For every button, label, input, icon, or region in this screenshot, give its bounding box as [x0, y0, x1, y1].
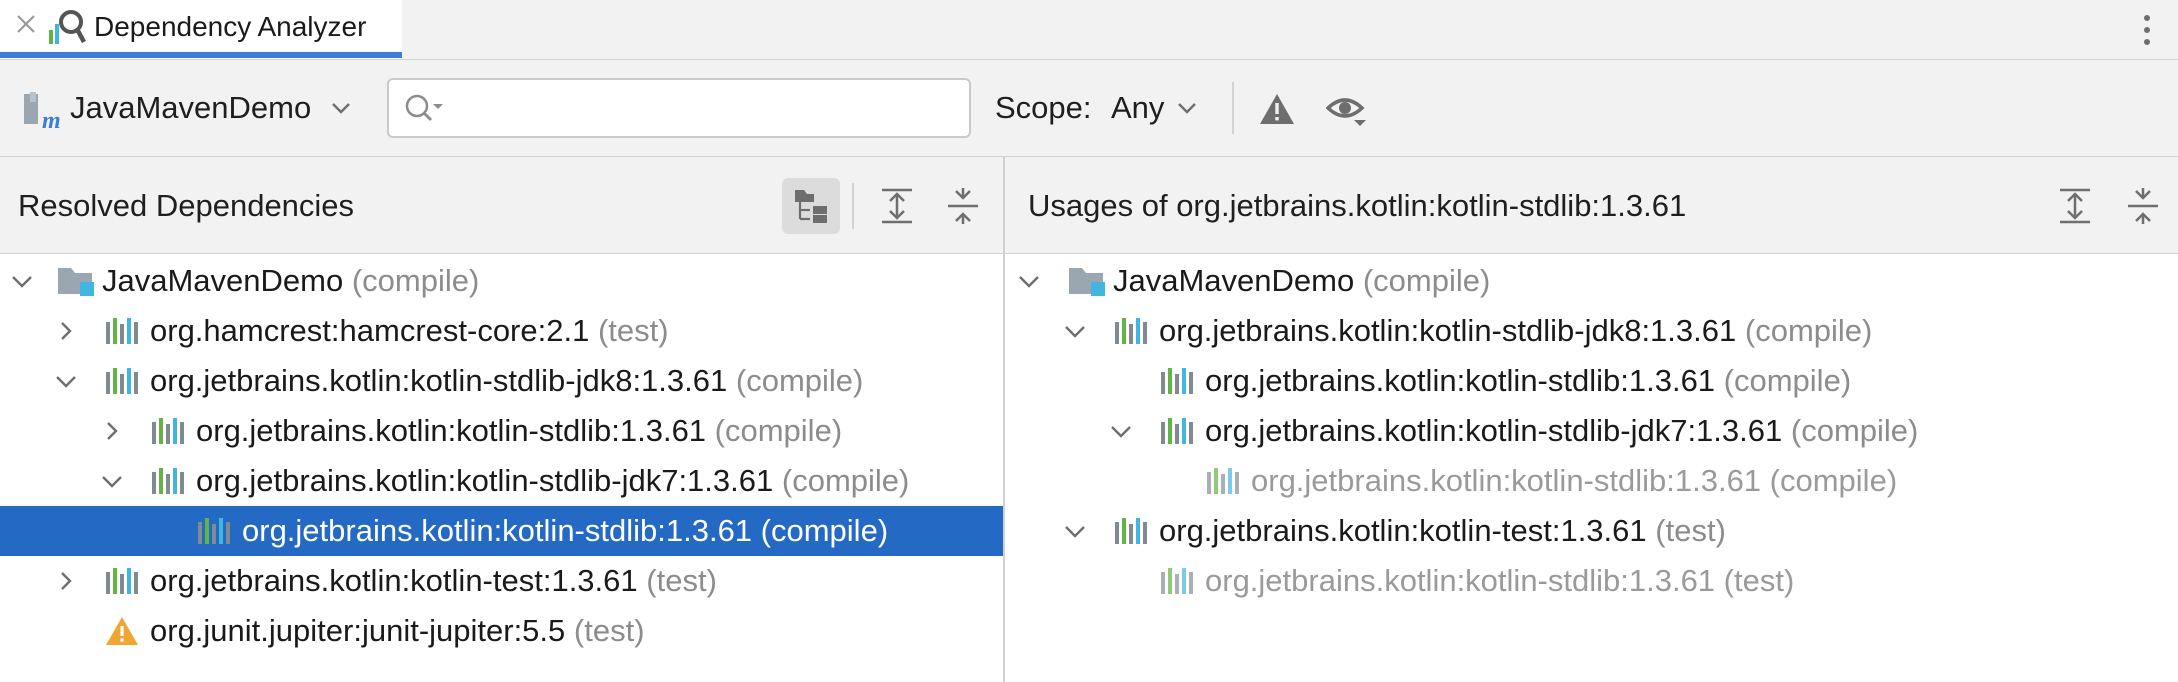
chevron-right-icon[interactable]: [54, 320, 78, 342]
library-icon: [1159, 364, 1195, 398]
folder-module-icon: [1067, 264, 1107, 298]
library-icon: [104, 564, 140, 598]
group-by-icon: [795, 190, 827, 223]
tree-row[interactable]: org.jetbrains.kotlin:kotlin-stdlib-jdk8:…: [0, 356, 1003, 406]
active-tab-indicator: [0, 52, 402, 58]
dependency-name: org.jetbrains.kotlin:kotlin-test:1.3.61: [150, 563, 638, 598]
scope-selector[interactable]: Any: [1111, 90, 1164, 126]
dependency-name: org.jetbrains.kotlin:kotlin-test:1.3.61: [1159, 513, 1647, 548]
library-icon: [150, 464, 186, 498]
maven-project-icon: m: [24, 92, 60, 130]
dependency-scope: (test): [646, 563, 717, 598]
dependency-scope: (test): [573, 613, 645, 648]
dependency-name: org.jetbrains.kotlin:kotlin-stdlib:1.3.6…: [1205, 363, 1716, 398]
chevron-right-icon[interactable]: [54, 570, 78, 592]
dependency-scope: (compile): [1790, 413, 1919, 448]
folder-module-icon: [56, 264, 96, 298]
collapse-all-icon[interactable]: [2124, 186, 2162, 226]
dependency-scope: (compile): [1362, 263, 1491, 298]
library-icon: [104, 314, 140, 348]
expand-all-icon[interactable]: [878, 186, 916, 226]
library-icon: [1159, 564, 1195, 598]
dependency-name: org.jetbrains.kotlin:kotlin-stdlib:1.3.6…: [242, 513, 753, 548]
svg-text:m: m: [42, 108, 60, 130]
dependency-scope: (test): [1655, 513, 1726, 548]
chevron-down-icon[interactable]: [1063, 520, 1087, 542]
collapse-all-icon[interactable]: [944, 186, 982, 226]
library-icon: [196, 514, 232, 548]
dependency-scope: (compile): [351, 263, 480, 298]
close-icon[interactable]: [12, 10, 40, 38]
tree-row[interactable]: org.hamcrest:hamcrest-core:2.1 (test): [0, 306, 1003, 356]
tree-row[interactable]: org.jetbrains.kotlin:kotlin-stdlib:1.3.6…: [0, 406, 1003, 456]
dependency-name: org.jetbrains.kotlin:kotlin-stdlib:1.3.6…: [1251, 463, 1762, 498]
dependency-name: JavaMavenDemo: [102, 263, 344, 298]
tree-row[interactable]: org.jetbrains.kotlin:kotlin-stdlib-jdk7:…: [1005, 406, 2178, 456]
chevron-down-icon[interactable]: [1017, 270, 1041, 292]
tree-row[interactable]: org.jetbrains.kotlin:kotlin-stdlib:1.3.6…: [1005, 556, 2178, 606]
project-selector[interactable]: JavaMavenDemo: [70, 90, 311, 126]
chevron-down-icon[interactable]: [1063, 320, 1087, 342]
more-icon[interactable]: [2140, 10, 2154, 50]
tree-row[interactable]: org.jetbrains.kotlin:kotlin-stdlib:1.3.6…: [1005, 356, 2178, 406]
library-icon: [1205, 464, 1241, 498]
search-icon[interactable]: [403, 92, 445, 126]
dependency-scope: (compile): [1769, 463, 1898, 498]
dependency-scope: (compile): [735, 363, 864, 398]
expand-all-icon[interactable]: [2056, 186, 2094, 226]
chevron-down-icon[interactable]: [10, 270, 34, 292]
chevron-down-icon[interactable]: [54, 370, 78, 392]
dependency-name: org.hamcrest:hamcrest-core:2.1: [150, 313, 590, 348]
dependency-scope: (compile): [714, 413, 843, 448]
usages-tree: JavaMavenDemo (compile) org.jetbrains.ko…: [1005, 256, 2178, 682]
usages-title: Usages of org.jetbrains.kotlin:kotlin-st…: [1028, 188, 1687, 223]
dependency-name: org.jetbrains.kotlin:kotlin-stdlib-jdk7:…: [196, 463, 774, 498]
search-input[interactable]: [453, 88, 957, 130]
header-separator: [852, 183, 854, 229]
dependency-scope: (compile): [781, 463, 910, 498]
dependency-name: JavaMavenDemo: [1113, 263, 1355, 298]
dependency-name: org.junit.jupiter:junit-jupiter:5.5: [150, 613, 566, 648]
resolved-dependencies-tree: JavaMavenDemo (compile) org.hamcrest:ham…: [0, 256, 1003, 682]
chevron-down-icon[interactable]: [330, 99, 352, 117]
dependency-scope: (compile): [1723, 363, 1852, 398]
group-by-button[interactable]: [782, 178, 840, 234]
dependency-name: org.jetbrains.kotlin:kotlin-stdlib:1.3.6…: [1205, 563, 1716, 598]
dependency-name: org.jetbrains.kotlin:kotlin-stdlib:1.3.6…: [196, 413, 707, 448]
tree-row[interactable]: org.jetbrains.kotlin:kotlin-stdlib-jdk7:…: [0, 456, 1003, 506]
tree-row[interactable]: JavaMavenDemo (compile): [1005, 256, 2178, 306]
chevron-down-icon[interactable]: [100, 470, 124, 492]
warning-icon[interactable]: [1258, 92, 1296, 126]
chevron-right-icon[interactable]: [100, 420, 124, 442]
eye-icon[interactable]: [1326, 90, 1368, 130]
tree-row[interactable]: org.jetbrains.kotlin:kotlin-stdlib-jdk8:…: [1005, 306, 2178, 356]
dependency-name: org.jetbrains.kotlin:kotlin-stdlib-jdk8:…: [150, 363, 728, 398]
dependency-scope: (test): [1723, 563, 1795, 598]
dependency-name: org.jetbrains.kotlin:kotlin-stdlib-jdk8:…: [1159, 313, 1737, 348]
dependency-analyzer-icon: [49, 10, 86, 44]
tree-row[interactable]: org.jetbrains.kotlin:kotlin-stdlib:1.3.6…: [1005, 456, 2178, 506]
search-field[interactable]: [387, 78, 971, 138]
chevron-down-icon[interactable]: [1176, 99, 1198, 117]
library-icon: [104, 364, 140, 398]
tree-row[interactable]: org.jetbrains.kotlin:kotlin-test:1.3.61 …: [0, 556, 1003, 606]
resolved-dependencies-title: Resolved Dependencies: [18, 188, 355, 223]
library-icon: [150, 414, 186, 448]
warning-icon: [106, 617, 138, 645]
chevron-down-icon[interactable]: [1109, 420, 1133, 442]
library-icon: [1113, 314, 1149, 348]
dependency-scope: (compile): [760, 513, 889, 548]
toolbar-separator: [1232, 82, 1234, 134]
tree-row-selected[interactable]: org.jetbrains.kotlin:kotlin-stdlib:1.3.6…: [0, 506, 1003, 556]
scope-label: Scope:: [995, 90, 1092, 125]
tree-row[interactable]: org.jetbrains.kotlin:kotlin-test:1.3.61 …: [1005, 506, 2178, 556]
library-icon: [1159, 414, 1195, 448]
dependency-scope: (test): [597, 313, 669, 348]
tab-title: Dependency Analyzer: [94, 11, 367, 42]
tree-row[interactable]: JavaMavenDemo (compile): [0, 256, 1003, 306]
dependency-scope: (compile): [1744, 313, 1873, 348]
tree-row[interactable]: org.junit.jupiter:junit-jupiter:5.5 (tes…: [0, 606, 1003, 656]
library-icon: [1113, 514, 1149, 548]
dependency-name: org.jetbrains.kotlin:kotlin-stdlib-jdk7:…: [1205, 413, 1783, 448]
